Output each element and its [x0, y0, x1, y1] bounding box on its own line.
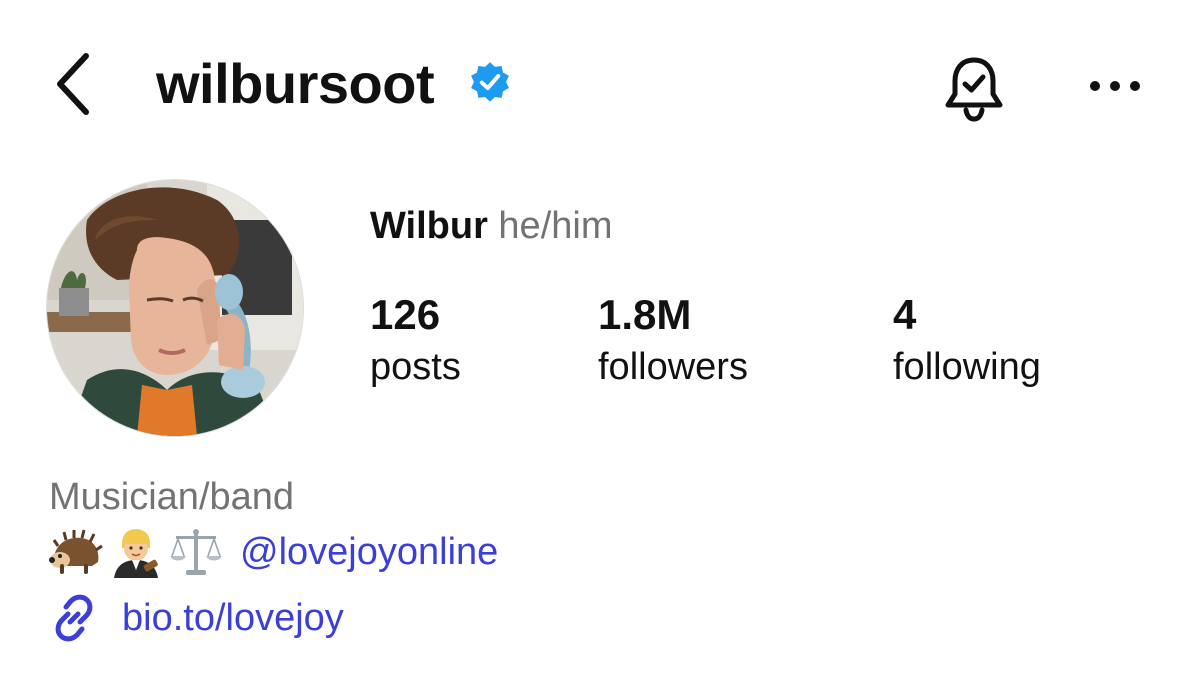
followers-count: 1.8M: [598, 291, 692, 338]
profile-header: wilbursoot: [0, 0, 1200, 170]
following-label: following: [893, 346, 1041, 388]
bell-check-icon: [945, 57, 1003, 122]
followers-label: followers: [598, 346, 748, 388]
scales-emoji: [170, 529, 222, 575]
notifications-button[interactable]: [936, 50, 1012, 126]
profile-bio: @lovejoyonline: [48, 524, 498, 580]
pronouns-text: he/him: [498, 205, 613, 247]
profile-display-name: Wilbur he/him: [370, 200, 612, 252]
following-count-stat[interactable]: 4 following: [893, 288, 1041, 392]
link-icon: [55, 594, 93, 642]
more-horizontal-icon: [1090, 81, 1140, 91]
verified-badge-icon: [471, 62, 509, 102]
profile-username: wilbursoot: [156, 52, 435, 115]
hedgehog-emoji: [49, 529, 103, 574]
posts-label: posts: [370, 346, 461, 388]
following-count: 4: [893, 291, 917, 338]
display-name-text: Wilbur: [370, 205, 488, 247]
profile-avatar[interactable]: [47, 180, 303, 436]
back-button[interactable]: [52, 44, 122, 124]
bio-mention-link[interactable]: @lovejoyonline: [240, 526, 498, 578]
posts-count: 126: [370, 291, 441, 338]
profile-category: Musician/band: [49, 476, 295, 518]
followers-count-stat[interactable]: 1.8M followers: [598, 288, 748, 392]
profile-website-link[interactable]: bio.to/lovejoy: [48, 592, 344, 644]
judge-emoji: [114, 529, 158, 578]
avatar-photo: [47, 180, 303, 436]
chevron-left-icon: [57, 53, 89, 115]
posts-count-stat[interactable]: 126 posts: [370, 288, 461, 392]
website-link-text: bio.to/lovejoy: [122, 597, 344, 639]
more-options-button[interactable]: [1080, 56, 1150, 116]
